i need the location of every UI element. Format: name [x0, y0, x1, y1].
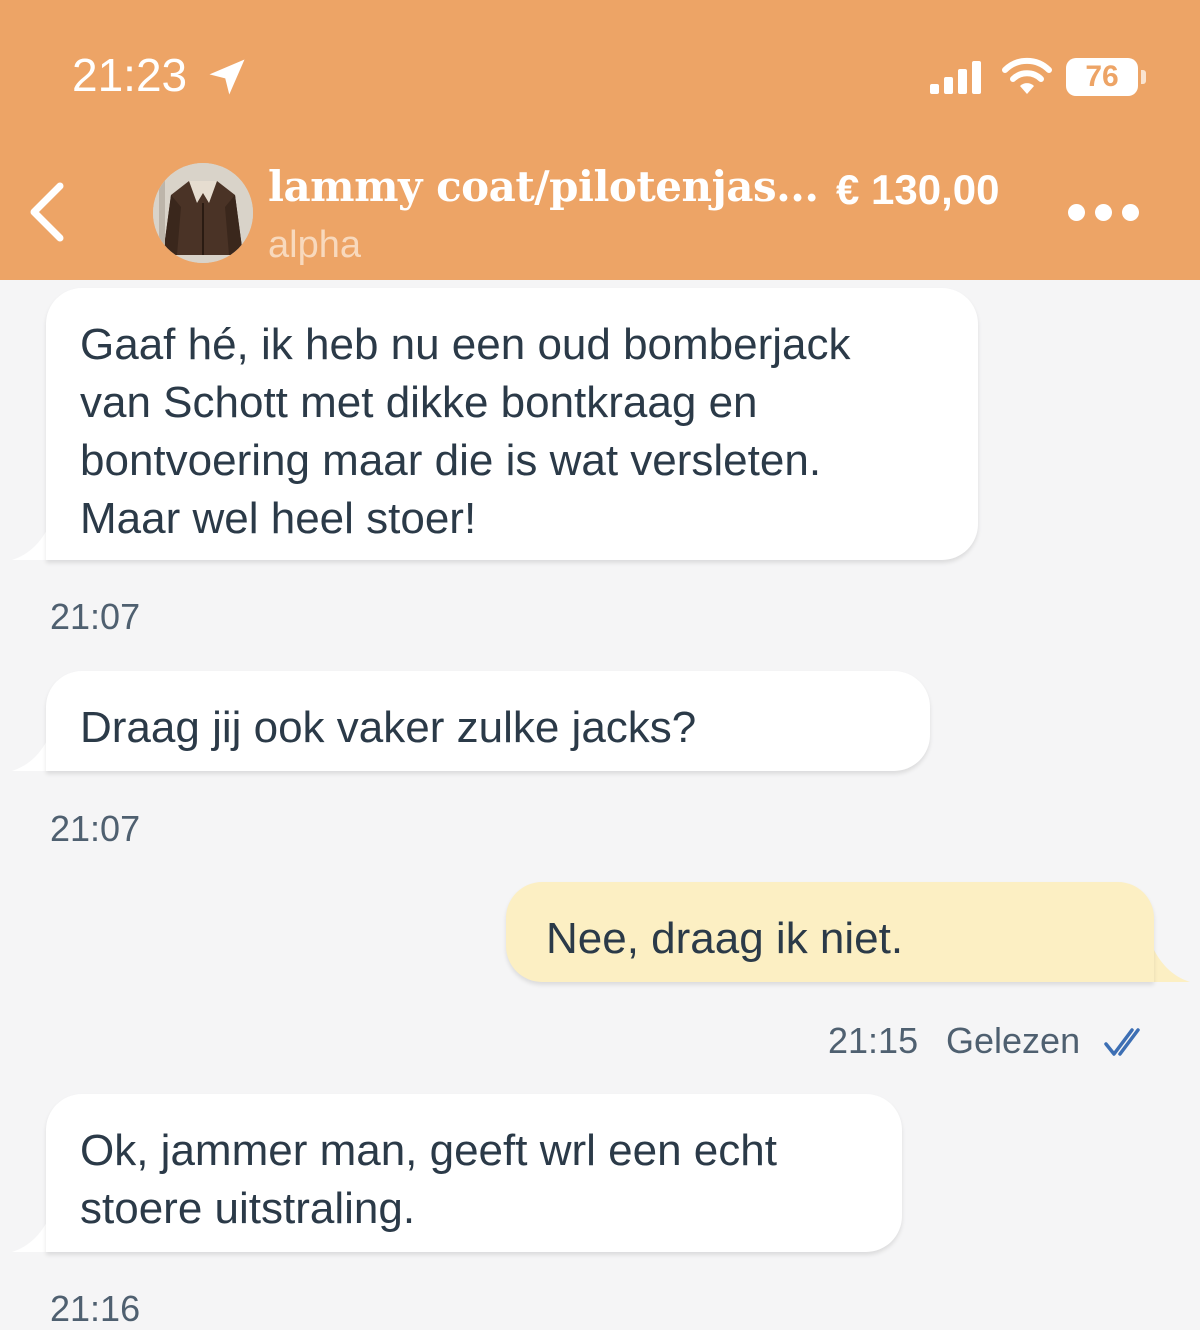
read-status: Gelezen [946, 1020, 1081, 1061]
listing-price: € 130,00 [836, 166, 1000, 213]
bubble-tail [1150, 942, 1190, 982]
back-button[interactable] [20, 176, 80, 246]
message-timestamp: 21:15 [828, 1020, 919, 1061]
location-arrow-icon [209, 59, 245, 95]
message-bubble-incoming[interactable]: Draag jij ook vaker zulke jacks? [46, 671, 930, 771]
message-text-line: van Schott met dikke bontkraag en [80, 378, 758, 427]
message-bubble-incoming[interactable]: Ok, jammer man, geeft wrl een echt stoer… [46, 1094, 902, 1252]
message-text-line: Nee, draag ik niet. [546, 914, 904, 963]
app-header: 21:23 76 lammy coat/pilotenjas... € 130,… [0, 0, 1200, 280]
message-bubble-outgoing[interactable]: Nee, draag ik niet. [506, 882, 1154, 982]
message-text-line: Draag jij ook vaker zulke jacks? [80, 703, 697, 752]
double-check-icon [1104, 1028, 1140, 1056]
more-options-button[interactable] [1062, 196, 1146, 230]
message-text-line: Maar wel heel stoer! [80, 494, 477, 543]
listing-title[interactable]: lammy coat/pilotenjas... [268, 162, 819, 211]
message-timestamp: 21:07 [50, 596, 141, 637]
battery-indicator: 76 [1066, 58, 1138, 96]
message-text-line: Gaaf hé, ik heb nu een oud bomberjack [80, 320, 851, 369]
seller-name[interactable]: alpha [268, 224, 361, 267]
message-text-line: Ok, jammer man, geeft wrl een echt [80, 1126, 777, 1175]
message-text-line: bontvoering maar die is wat versleten. [80, 436, 822, 485]
jacket-image [153, 163, 253, 263]
item-thumbnail[interactable] [153, 163, 253, 263]
more-dots-icon [1068, 204, 1085, 221]
battery-level: 76 [1085, 60, 1119, 93]
message-text-line: stoere uitstraling. [80, 1184, 416, 1233]
chevron-left-icon [30, 182, 64, 242]
more-dot [1122, 204, 1139, 221]
message-timestamp: 21:16 [50, 1288, 141, 1329]
status-bar-time: 21:23 [72, 49, 188, 101]
message-bubble-incoming[interactable]: Gaaf hé, ik heb nu een oud bomberjack va… [46, 288, 978, 560]
message-timestamp: 21:07 [50, 808, 141, 849]
wifi-icon [1002, 57, 1052, 94]
cellular-signal-icon [930, 61, 981, 94]
battery-cap [1141, 70, 1146, 84]
more-dot [1095, 204, 1112, 221]
